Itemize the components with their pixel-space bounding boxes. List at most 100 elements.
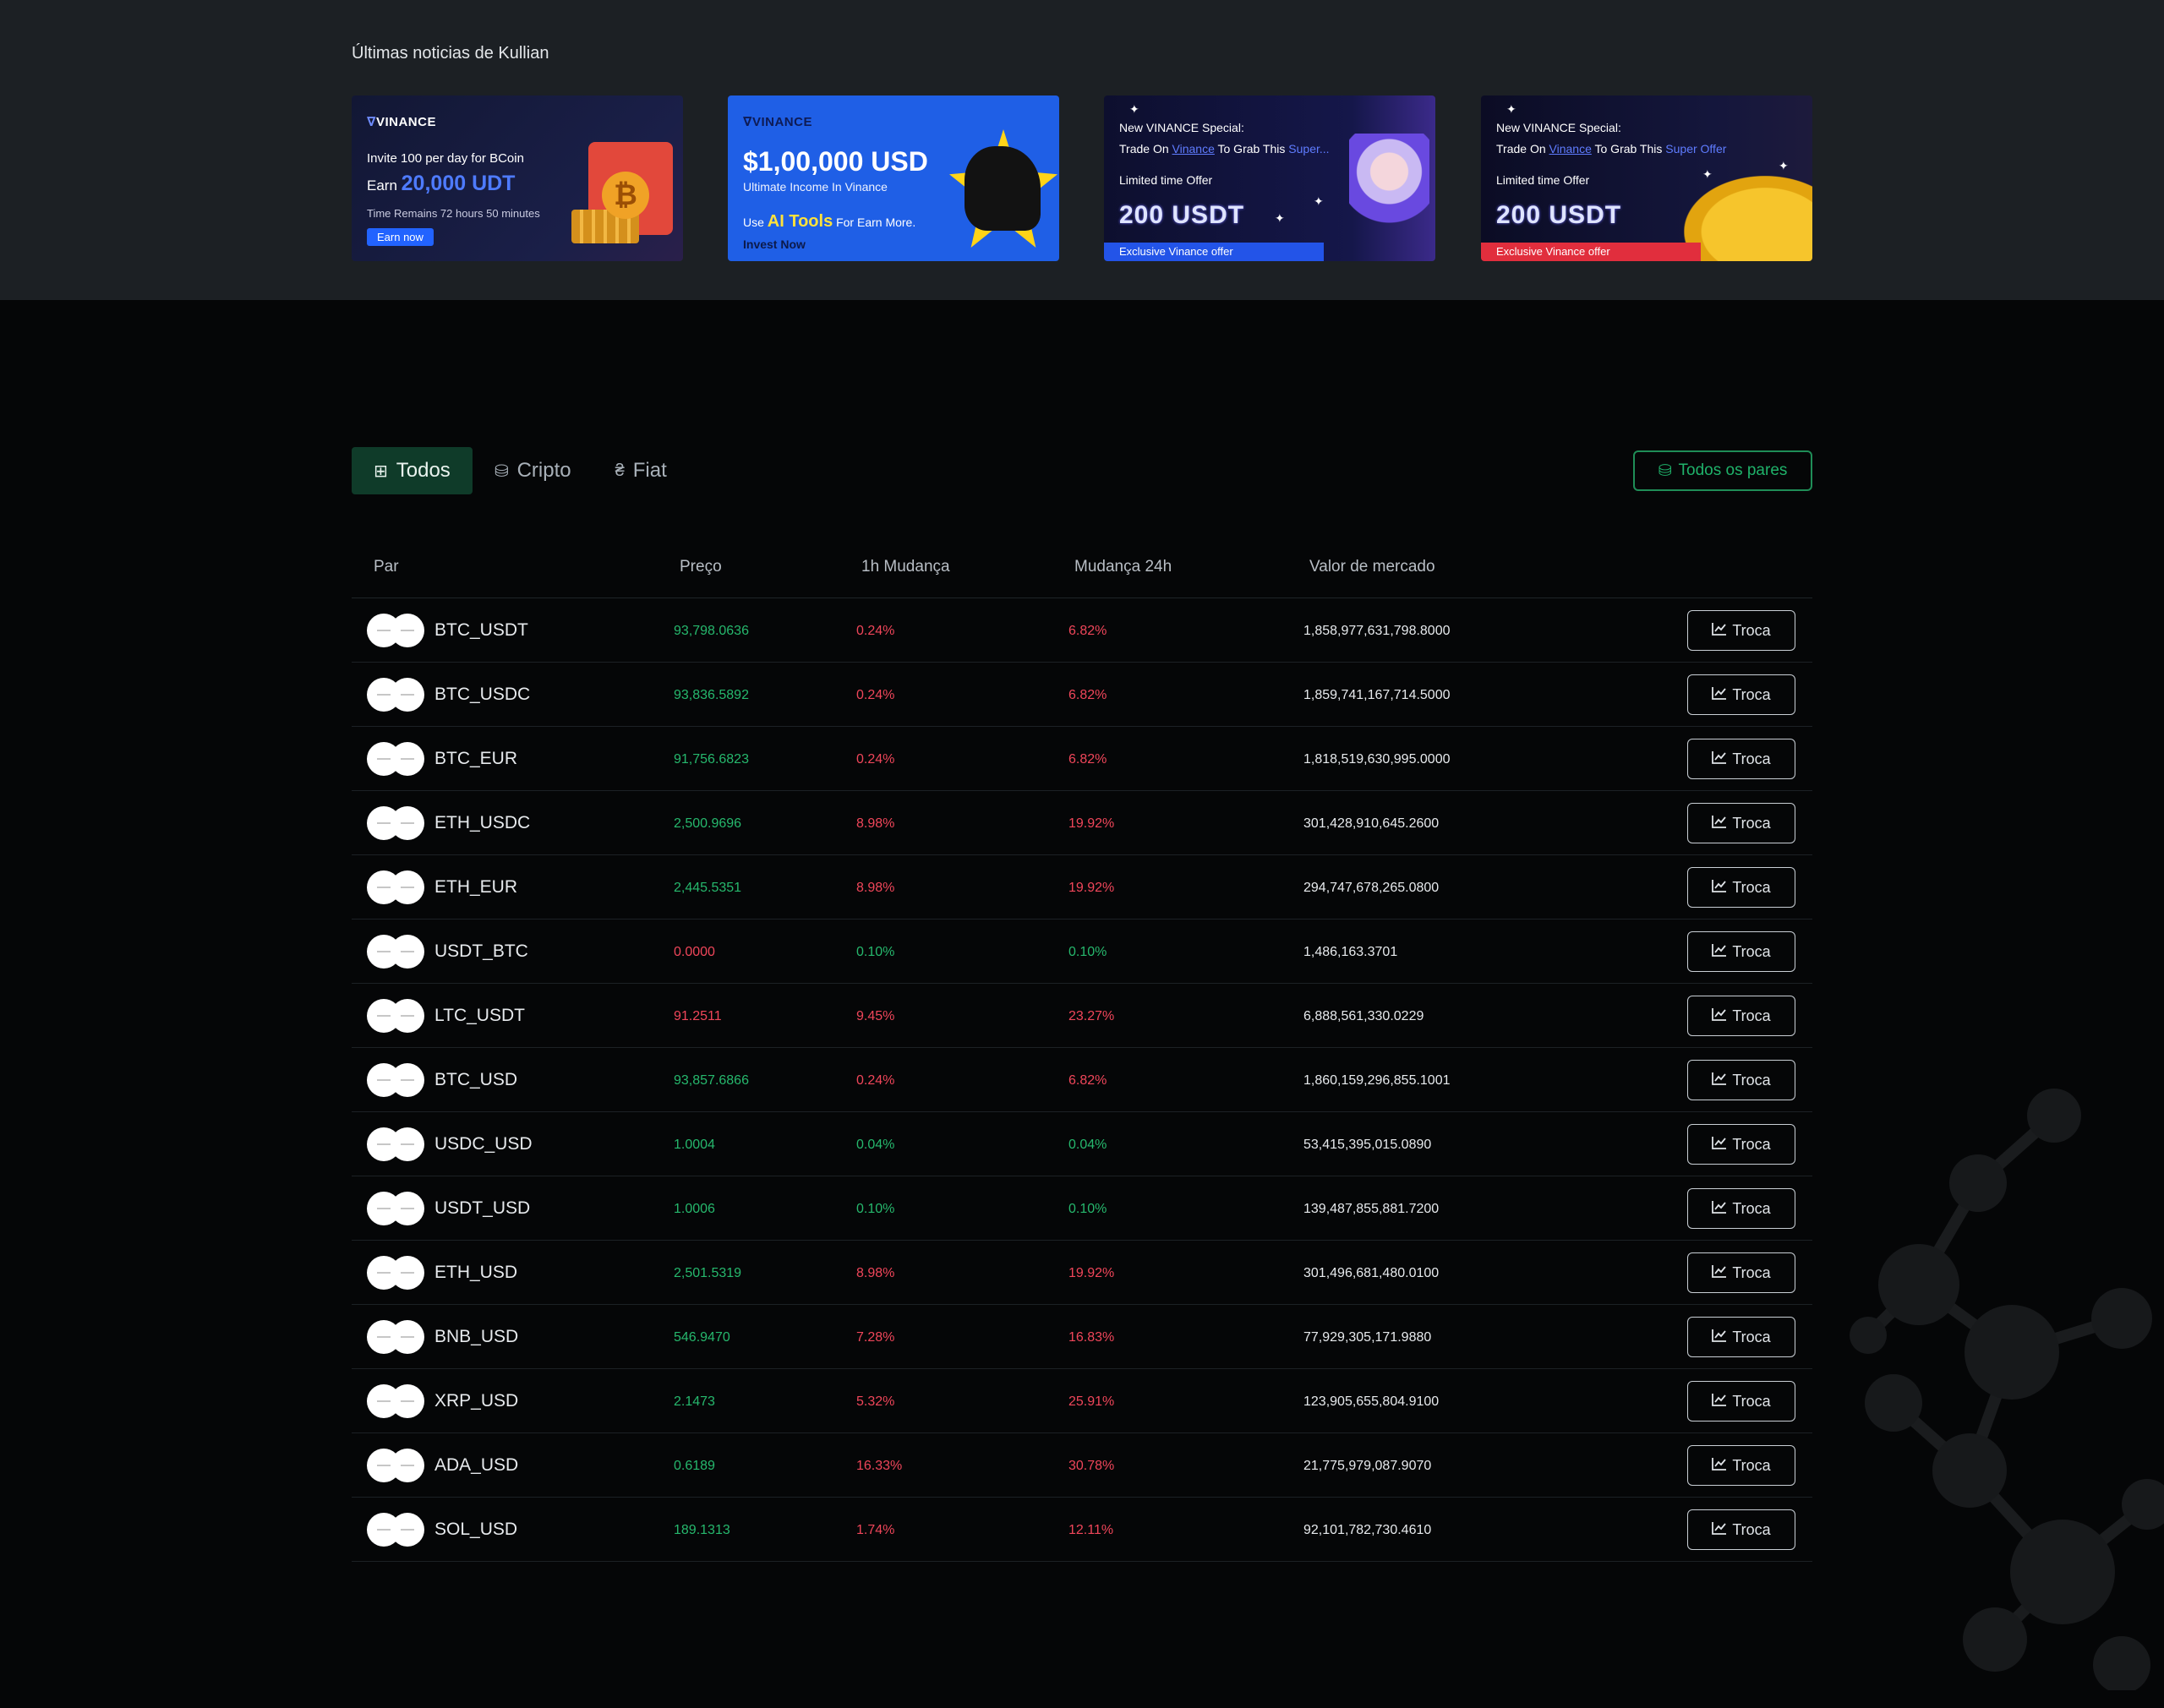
tab-fiat[interactable]: ₴ Fiat: [593, 447, 689, 494]
table-row[interactable]: BTC_USD 93,857.6866 0.24% 6.82% 1,860,159,29…: [352, 1048, 1812, 1112]
pair-name[interactable]: SOL_USD: [434, 1520, 517, 1540]
pair-name[interactable]: USDT_USD: [434, 1198, 530, 1219]
table-row[interactable]: BNB_USD 546.9470 7.28% 16.83% 77,929,305,171…: [352, 1305, 1812, 1369]
sparkle-icon: ✦: [1129, 102, 1139, 116]
pair-name[interactable]: ETH_EUR: [434, 877, 517, 898]
banner-amount: 200 USDT: [1119, 201, 1245, 229]
all-pairs-button[interactable]: ⛁ Todos os pares: [1633, 450, 1812, 491]
pair-name[interactable]: USDC_USD: [434, 1134, 533, 1154]
trade-button[interactable]: Troca: [1687, 803, 1795, 843]
pair-name[interactable]: ETH_USDC: [434, 813, 530, 833]
chart-icon: [1712, 1521, 1727, 1539]
header-change-1h[interactable]: 1h Mudança: [861, 558, 950, 576]
news-banner-special-2[interactable]: ✦ New VINANCE Special: Trade On Vinance …: [1481, 95, 1812, 261]
invest-now-link[interactable]: Invest Now: [743, 237, 806, 251]
quote-coin-icon: [391, 1063, 424, 1097]
trade-button[interactable]: Troca: [1687, 1060, 1795, 1100]
pair-name[interactable]: BTC_USDC: [434, 685, 530, 705]
pair-coin-icons: [367, 935, 424, 969]
trade-button[interactable]: Troca: [1687, 1317, 1795, 1357]
trade-label: Troca: [1732, 814, 1771, 832]
trade-label: Troca: [1732, 1328, 1771, 1345]
table-row[interactable]: BTC_USDT 93,798.0636 0.24% 6.82% 1,858,977,6…: [352, 598, 1812, 663]
table-row[interactable]: ADA_USD 0.6189 16.33% 30.78% 21,775,979,087.…: [352, 1433, 1812, 1498]
change-24h: 6.82%: [1068, 688, 1107, 702]
table-row[interactable]: USDT_BTC 0.0000 0.10% 0.10% 1,486,163.3701 Tr…: [352, 919, 1812, 984]
banner-offer-text: Limited time Offer: [1496, 173, 1590, 187]
pair-coin-icons: [367, 1449, 424, 1482]
table-row[interactable]: ETH_USD 2,501.5319 8.98% 19.92% 301,496,681,…: [352, 1241, 1812, 1305]
pair-price: 2,501.5319: [674, 1266, 742, 1280]
pair-name[interactable]: BTC_EUR: [434, 749, 517, 769]
news-banner-bcoin[interactable]: ∇VINANCE Invite 100 per day for BCoin Ea…: [352, 95, 683, 261]
trade-button[interactable]: Troca: [1687, 739, 1795, 779]
table-row[interactable]: USDT_USD 1.0006 0.10% 0.10% 139,487,855,881.…: [352, 1176, 1812, 1241]
header-pair[interactable]: Par: [374, 558, 399, 576]
currency-icon: ₴: [615, 461, 625, 480]
table-row[interactable]: ETH_EUR 2,445.5351 8.98% 19.92% 294,747,678,…: [352, 855, 1812, 919]
markets-table: Par Preço 1h Mudança Mudança 24h Valor d…: [352, 541, 1812, 1562]
chart-icon: [1712, 622, 1727, 640]
sparkle-icon: ✦: [1275, 211, 1285, 225]
news-banner-income[interactable]: ∇VINANCE $1,00,000 USD Ultimate Income I…: [728, 95, 1059, 261]
quote-coin-icon: [391, 806, 424, 840]
grid-icon: ⊞: [374, 461, 388, 481]
trade-button[interactable]: Troca: [1687, 1188, 1795, 1229]
trade-button[interactable]: Troca: [1687, 1252, 1795, 1293]
pair-name[interactable]: USDT_BTC: [434, 941, 528, 962]
quote-coin-icon: [391, 742, 424, 776]
market-cap: 139,487,855,881.7200: [1303, 1202, 1440, 1216]
molecule-decoration: [1850, 1089, 2164, 1690]
trade-button[interactable]: Troca: [1687, 1124, 1795, 1165]
table-row[interactable]: USDC_USD 1.0004 0.04% 0.04% 53,415,395,015.0…: [352, 1112, 1812, 1176]
trade-button[interactable]: Troca: [1687, 867, 1795, 908]
pair-name[interactable]: BTC_USDT: [434, 620, 528, 641]
trade-button[interactable]: Troca: [1687, 931, 1795, 972]
trade-button[interactable]: Troca: [1687, 996, 1795, 1036]
pair-coin-icons: [367, 806, 424, 840]
header-price[interactable]: Preço: [680, 558, 722, 576]
pair-name[interactable]: XRP_USD: [434, 1391, 518, 1411]
header-market-cap[interactable]: Valor de mercado: [1309, 558, 1435, 576]
pair-price: 2,500.9696: [674, 816, 742, 831]
trade-label: Troca: [1732, 1456, 1771, 1474]
pair-name[interactable]: ADA_USD: [434, 1455, 518, 1476]
pair-coin-icons: [367, 870, 424, 904]
table-row[interactable]: LTC_USDT 91.2511 9.45% 23.27% 6,888,561,330.…: [352, 984, 1812, 1048]
change-24h: 0.10%: [1068, 945, 1107, 959]
market-cap: 92,101,782,730.4610: [1303, 1523, 1432, 1537]
trade-button[interactable]: Troca: [1687, 1445, 1795, 1486]
pair-name[interactable]: LTC_USDT: [434, 1006, 525, 1026]
tab-todos[interactable]: ⊞ Todos: [352, 447, 473, 494]
pair-coin-icons: [367, 999, 424, 1033]
earn-now-button[interactable]: Earn now: [367, 228, 434, 246]
pair-name[interactable]: ETH_USD: [434, 1263, 517, 1283]
tab-cripto[interactable]: ⛁ Cripto: [473, 447, 593, 494]
banner-amount: 200 USDT: [1496, 201, 1622, 229]
pair-name[interactable]: BTC_USD: [434, 1070, 517, 1090]
banner-text: Trade On Vinance To Grab This Super Offe…: [1496, 142, 1727, 156]
table-row[interactable]: BTC_EUR 91,756.6823 0.24% 6.82% 1,818,519,63…: [352, 727, 1812, 791]
gold-coins-illustration: [1684, 176, 1812, 261]
vinance-logo: ∇VINANCE: [743, 115, 812, 129]
pair-coin-icons: [367, 1192, 424, 1225]
trade-button[interactable]: Troca: [1687, 1381, 1795, 1422]
change-1h: 16.33%: [856, 1459, 903, 1473]
market-cap: 123,905,655,804.9100: [1303, 1394, 1440, 1409]
quote-coin-icon: [391, 870, 424, 904]
trade-button[interactable]: Troca: [1687, 1509, 1795, 1550]
table-row[interactable]: XRP_USD 2.1473 5.32% 25.91% 123,905,655,804.…: [352, 1369, 1812, 1433]
banner-earn-text: Earn 20,000 UDT: [367, 172, 516, 195]
table-row[interactable]: BTC_USDC 93,836.5892 0.24% 6.82% 1,859,741,1…: [352, 663, 1812, 727]
pair-price: 189.1313: [674, 1523, 730, 1537]
change-24h: 6.82%: [1068, 624, 1107, 638]
header-change-24h[interactable]: Mudança 24h: [1074, 558, 1172, 576]
news-banner-special-1[interactable]: ✦ New VINANCE Special: Trade On Vinance …: [1104, 95, 1435, 261]
table-row[interactable]: ETH_USDC 2,500.9696 8.98% 19.92% 301,428,910…: [352, 791, 1812, 855]
trade-button[interactable]: Troca: [1687, 610, 1795, 651]
trade-button[interactable]: Troca: [1687, 674, 1795, 715]
table-row[interactable]: SOL_USD 189.1313 1.74% 12.11% 92,101,782,730…: [352, 1498, 1812, 1562]
pair-name[interactable]: BNB_USD: [434, 1327, 518, 1347]
vinance-logo: ∇VINANCE: [367, 115, 436, 129]
market-cap: 301,496,681,480.0100: [1303, 1266, 1440, 1280]
